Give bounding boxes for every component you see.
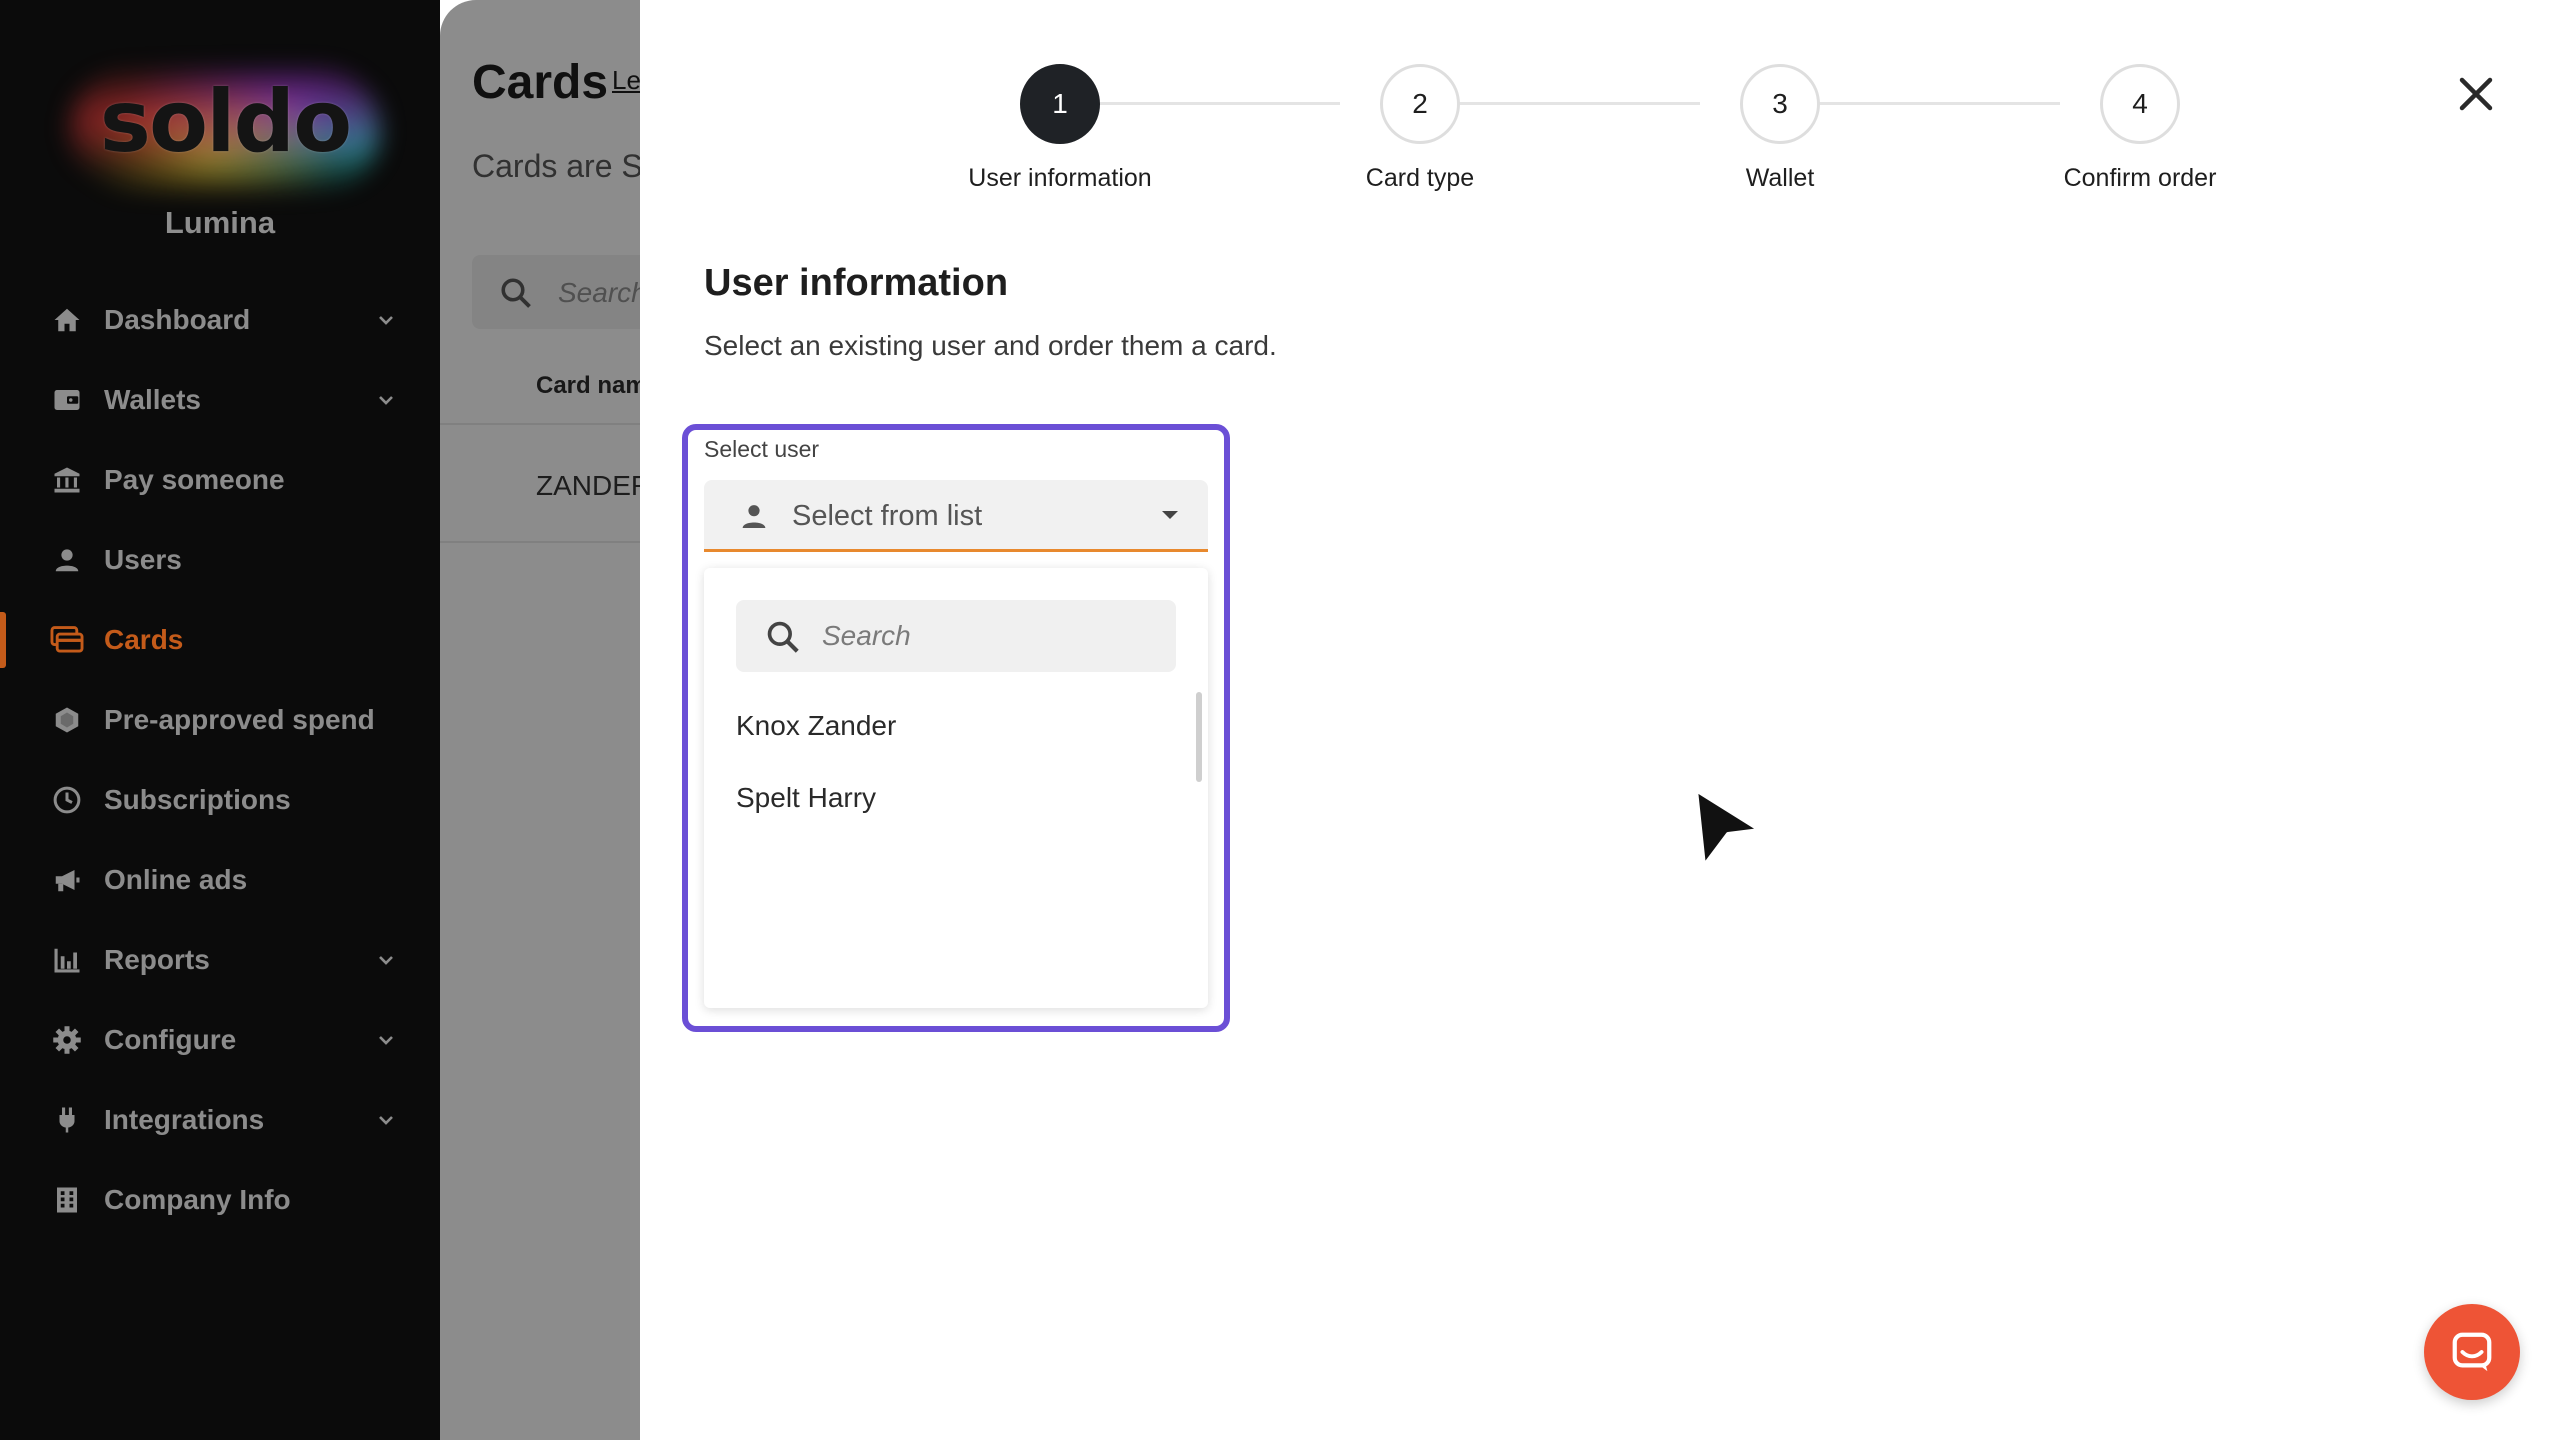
organization-name: Lumina bbox=[164, 205, 276, 240]
section-description: Select an existing user and order them a… bbox=[704, 330, 1277, 361]
hexagon-icon bbox=[50, 703, 84, 737]
section-title: User information bbox=[704, 262, 1009, 304]
sidebar: soldo Lumina Dashboard Wallets Pay someo… bbox=[0, 0, 440, 1440]
order-card-modal: 1 User information 2 Card type 3 Wallet … bbox=[640, 0, 2560, 1440]
user-icon bbox=[742, 505, 766, 528]
soldo-logo[interactable]: soldo bbox=[60, 50, 390, 200]
dropdown-scrollbar[interactable] bbox=[1196, 692, 1202, 782]
plug-icon bbox=[50, 1103, 84, 1137]
wallet-icon bbox=[50, 383, 84, 417]
search-placeholder: Search bbox=[822, 620, 911, 651]
sidebar-item-cards[interactable]: Cards bbox=[0, 600, 440, 680]
list-item-spelt-harry[interactable]: Spelt Harry bbox=[736, 782, 876, 814]
sidebar-item-users[interactable]: Users bbox=[0, 520, 440, 600]
bar-chart-icon bbox=[50, 943, 84, 977]
sidebar-item-label: Pay someone bbox=[104, 464, 285, 495]
sidebar-item-configure[interactable]: Configure bbox=[0, 1000, 440, 1080]
megaphone-icon bbox=[50, 863, 84, 897]
search-icon bbox=[767, 621, 799, 653]
dropdown-search-input[interactable]: Search bbox=[736, 600, 1176, 672]
chat-icon bbox=[2452, 1332, 2492, 1372]
sidebar-item-label: Company Info bbox=[104, 1184, 291, 1215]
logo-text: soldo bbox=[99, 72, 352, 172]
select-user-dropdown[interactable]: Select from list bbox=[704, 480, 1208, 552]
chevron-down-icon bbox=[379, 396, 393, 405]
sidebar-item-label: Subscriptions bbox=[104, 784, 291, 815]
clock-icon bbox=[50, 783, 84, 817]
caret-down-icon bbox=[1162, 511, 1178, 519]
step-number: 1 bbox=[1020, 64, 1100, 144]
sidebar-item-label: Users bbox=[104, 544, 182, 575]
chevron-down-icon bbox=[379, 956, 393, 965]
step-wallet: 3 Wallet bbox=[1630, 64, 1930, 193]
sidebar-item-label: Reports bbox=[104, 944, 210, 975]
sidebar-item-label: Configure bbox=[104, 1024, 237, 1055]
list-item-knox-zander[interactable]: Knox Zander bbox=[736, 710, 896, 742]
sidebar-item-label: Pre-approved spend bbox=[104, 704, 375, 735]
sidebar-nav: Dashboard Wallets Pay someone Users Card… bbox=[0, 280, 440, 1240]
close-icon bbox=[2459, 77, 2493, 111]
sidebar-item-wallets[interactable]: Wallets bbox=[0, 360, 440, 440]
bank-icon bbox=[50, 463, 84, 497]
close-button[interactable] bbox=[2448, 66, 2504, 122]
sidebar-item-label: Online ads bbox=[104, 864, 248, 895]
building-icon bbox=[50, 1183, 84, 1217]
chat-support-button[interactable] bbox=[2424, 1304, 2520, 1400]
cards-icon bbox=[50, 623, 84, 657]
step-user-information: 1 User information bbox=[910, 64, 1210, 193]
sidebar-item-label: Wallets bbox=[104, 384, 201, 415]
sidebar-item-company-info[interactable]: Company Info bbox=[0, 1160, 440, 1240]
select-user-label: Select user bbox=[704, 436, 820, 462]
step-number: 3 bbox=[1740, 64, 1820, 144]
step-number: 4 bbox=[2100, 64, 2180, 144]
modal-backdrop[interactable] bbox=[440, 0, 640, 1440]
step-label: Wallet bbox=[1745, 164, 1815, 192]
home-icon bbox=[50, 303, 84, 337]
step-number: 2 bbox=[1380, 64, 1460, 144]
stepper: 1 User information 2 Card type 3 Wallet … bbox=[640, 0, 2560, 210]
sidebar-item-subscriptions[interactable]: Subscriptions bbox=[0, 760, 440, 840]
step-label: User information bbox=[968, 164, 1152, 192]
user-options-list: Search Knox Zander Spelt Harry bbox=[704, 568, 1208, 1008]
user-icon bbox=[50, 543, 84, 577]
mouse-cursor-icon bbox=[1694, 788, 1762, 868]
sidebar-item-reports[interactable]: Reports bbox=[0, 920, 440, 1000]
step-label: Confirm order bbox=[2063, 164, 2217, 192]
step-card-type: 2 Card type bbox=[1270, 64, 1570, 193]
sidebar-item-pay-someone[interactable]: Pay someone bbox=[0, 440, 440, 520]
sidebar-item-label: Integrations bbox=[104, 1104, 265, 1135]
gear-icon bbox=[50, 1023, 84, 1057]
sidebar-item-label: Dashboard bbox=[104, 304, 251, 335]
chevron-down-icon bbox=[379, 316, 393, 325]
chevron-down-icon bbox=[379, 1116, 393, 1125]
select-value: Select from list bbox=[792, 500, 983, 532]
step-confirm-order: 4 Confirm order bbox=[1990, 64, 2290, 193]
sidebar-item-label: Cards bbox=[104, 624, 184, 655]
chevron-down-icon bbox=[379, 1036, 393, 1045]
sidebar-item-pre-approved-spend[interactable]: Pre-approved spend bbox=[0, 680, 440, 760]
sidebar-item-dashboard[interactable]: Dashboard bbox=[0, 280, 440, 360]
sidebar-item-integrations[interactable]: Integrations bbox=[0, 1080, 440, 1160]
sidebar-item-online-ads[interactable]: Online ads bbox=[0, 840, 440, 920]
step-label: Card type bbox=[1365, 164, 1475, 192]
